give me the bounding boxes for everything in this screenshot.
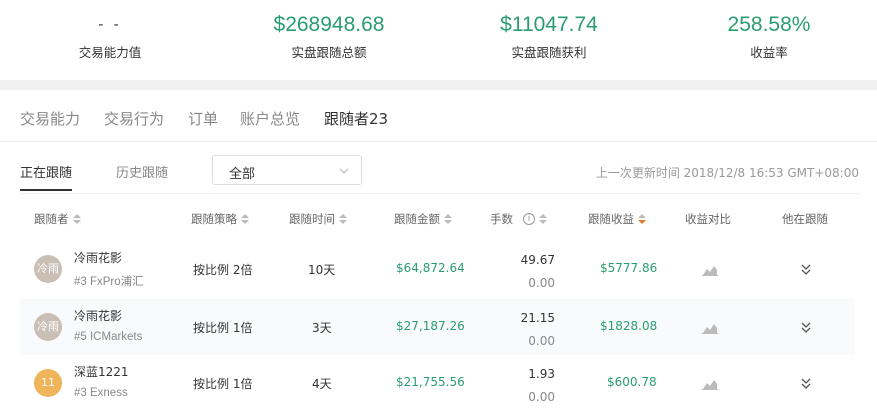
sort-icon[interactable] [539, 213, 547, 225]
col-label: 跟随策略 [191, 212, 237, 226]
chevron-down-icon [337, 163, 351, 182]
stat-value: 258.58% [727, 13, 811, 36]
col-label: 跟随金额 [394, 212, 440, 226]
col-lots: 手数 i [490, 211, 547, 227]
col-follow-time[interactable]: 跟随时间 [289, 211, 347, 227]
follower-name[interactable]: 深蓝1221 [74, 363, 129, 380]
lots-value: 21.15 [520, 311, 555, 325]
follow-strategy: 按比例 1倍 [193, 321, 253, 335]
col-label: 手数 [490, 212, 513, 226]
subtab-following[interactable]: 正在跟随 [20, 162, 73, 191]
table-row: 冷雨 冷雨花影 #5 ICMarkets 按比例 1倍 3天 $27,187.2… [20, 299, 855, 355]
stats-bar: - - 交易能力值 $268948.68 实盘跟随总额 $11047.74 实盘… [0, 0, 877, 80]
tab-account-overview[interactable]: 账户总览 [240, 108, 300, 129]
info-icon[interactable]: i [523, 213, 535, 225]
avatar[interactable]: 冷雨 [34, 313, 62, 341]
main-tabs: 交易能力 交易行为 订单 账户总览 跟随者23 [0, 90, 877, 142]
col-follow-amount[interactable]: 跟随金额 [394, 211, 452, 227]
filter-select[interactable]: 全部 [212, 155, 362, 185]
follow-time: 4天 [312, 377, 332, 391]
col-label: 跟随时间 [289, 212, 335, 226]
col-follower[interactable]: 跟随者 [34, 211, 81, 227]
stat-return-rate: 258.58% 收益率 [659, 10, 877, 61]
follow-time: 10天 [308, 263, 336, 277]
lots-sub-value: 0.00 [528, 334, 555, 348]
col-profit-compare: 收益对比 [685, 211, 731, 227]
follow-profit: $600.78 [607, 375, 657, 389]
lots-sub-value: 0.00 [528, 276, 555, 290]
sort-icon [339, 213, 347, 225]
lots-value: 49.67 [520, 253, 555, 267]
follow-profit: $1828.08 [600, 319, 658, 333]
filter-divider [20, 193, 860, 194]
col-strategy[interactable]: 跟随策略 [191, 211, 249, 227]
filter-select-value: 全部 [229, 167, 256, 182]
double-chevron-down-icon[interactable] [800, 319, 812, 338]
follower-broker: #3 Exness [74, 387, 128, 399]
col-label: 跟随收益 [588, 212, 634, 226]
section-divider [0, 80, 877, 90]
follow-time: 3天 [312, 321, 332, 335]
table-row: 冷雨 冷雨花影 #3 FxPro浦汇 按比例 2倍 10天 $64,872.64… [20, 241, 855, 297]
follow-amount: $27,187.26 [396, 319, 465, 333]
follower-name[interactable]: 冷雨花影 [74, 307, 122, 324]
follow-profit: $5777.86 [600, 261, 658, 275]
stat-label: 交易能力值 [78, 45, 142, 60]
table-row: 11 深蓝1221 #3 Exness 按比例 1倍 4天 $21,755.56… [20, 355, 855, 409]
lots-sub-value: 0.00 [528, 390, 555, 404]
double-chevron-down-icon[interactable] [800, 375, 812, 394]
double-chevron-down-icon[interactable] [800, 261, 812, 280]
sort-icon [241, 213, 249, 225]
stat-trading-ability: - - 交易能力值 [0, 10, 220, 61]
col-he-follows: 他在跟随 [782, 211, 828, 227]
trend-chart-icon[interactable] [702, 261, 718, 280]
tab-trading-ability[interactable]: 交易能力 [20, 108, 80, 129]
stat-value: $11047.74 [500, 13, 598, 36]
stat-total-follow-amount: $268948.68 实盘跟随总额 [219, 10, 439, 61]
subtab-history[interactable]: 历史跟随 [116, 162, 168, 181]
sort-icon [444, 213, 452, 225]
stat-value: $268948.68 [273, 13, 385, 36]
tab-orders[interactable]: 订单 [188, 108, 218, 129]
tab-followers[interactable]: 跟随者23 [324, 108, 388, 129]
col-label: 跟随者 [34, 212, 69, 226]
lots-value: 1.93 [528, 367, 555, 381]
stat-follow-profit: $11047.74 实盘跟随获利 [439, 10, 659, 61]
follow-strategy: 按比例 1倍 [193, 377, 253, 391]
avatar[interactable]: 11 [34, 369, 62, 397]
col-label: 收益对比 [685, 212, 731, 226]
follower-name[interactable]: 冷雨花影 [74, 249, 122, 266]
sort-desc-icon [638, 213, 646, 225]
trend-chart-icon[interactable] [702, 375, 718, 394]
stat-label: 收益率 [750, 45, 788, 60]
col-follow-profit[interactable]: 跟随收益 [588, 211, 646, 227]
follow-amount: $21,755.56 [396, 375, 465, 389]
follow-amount: $64,872.64 [396, 261, 465, 275]
avatar[interactable]: 冷雨 [34, 255, 62, 283]
table-header: 跟随者 跟随策略 跟随时间 跟随金额 手数 i 跟随收益 收益对比 他在跟随 [20, 200, 860, 236]
follower-broker: #3 FxPro浦汇 [74, 276, 144, 288]
col-label: 他在跟随 [782, 212, 828, 226]
stat-value: - - [98, 16, 122, 33]
tab-trading-behavior[interactable]: 交易行为 [104, 108, 164, 129]
stat-label: 实盘跟随获利 [511, 45, 587, 60]
stat-label: 实盘跟随总额 [291, 45, 367, 60]
last-updated-text: 上一次更新时间 2018/12/8 16:53 GMT+08:00 [595, 166, 859, 180]
follow-strategy: 按比例 2倍 [193, 263, 253, 277]
sort-icon [72, 213, 81, 225]
trend-chart-icon[interactable] [702, 319, 718, 338]
follower-broker: #5 ICMarkets [74, 331, 143, 343]
filter-bar: 正在跟随 历史跟随 全部 上一次更新时间 2018/12/8 16:53 GMT… [0, 142, 877, 194]
